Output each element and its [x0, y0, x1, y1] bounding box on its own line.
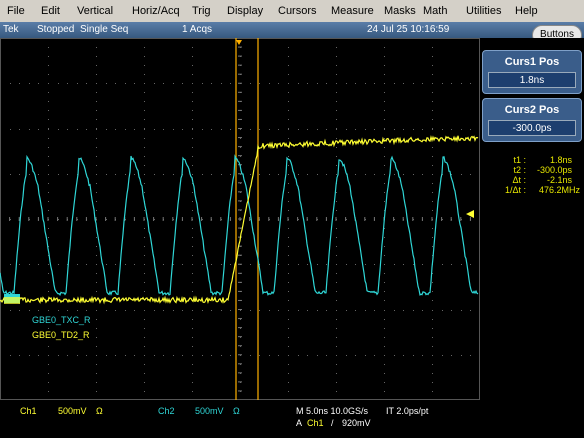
- menu-bar: File Edit Vertical Horiz/Acq Trig Displa…: [0, 0, 584, 22]
- menu-cursors[interactable]: Cursors: [278, 5, 317, 17]
- ch-ground-marker: [4, 297, 20, 304]
- curs1-pos-title: Curs1 Pos: [504, 56, 560, 68]
- menu-trig[interactable]: Trig: [192, 5, 211, 17]
- curs2-pos-value[interactable]: -300.0ps: [488, 120, 576, 136]
- ch2-scale[interactable]: 500mV: [195, 406, 224, 416]
- t1-value: 1.8ns: [549, 155, 572, 165]
- timebase-readout[interactable]: M 5.0ns 10.0GS/s: [296, 406, 368, 416]
- ch1-termination: Ω: [96, 406, 103, 416]
- inv-delta-t-value: 476.2MHz: [538, 185, 580, 195]
- delta-t-label: Δt :: [512, 175, 526, 185]
- curs1-pos-control[interactable]: Curs1 Pos 1.8ns: [482, 50, 582, 94]
- trigger-slope-icon: /: [331, 418, 334, 428]
- bottom-info-bar: Ch1 500mV Ω Ch2 500mV Ω M 5.0ns 10.0GS/s…: [0, 400, 584, 438]
- graticule-svg: [0, 38, 480, 400]
- curs2-pos-title: Curs2 Pos: [504, 104, 560, 116]
- trigger-source[interactable]: Ch1: [307, 418, 324, 428]
- ch1-indicator[interactable]: Ch1: [20, 406, 37, 416]
- brand-label: Tek: [3, 24, 19, 35]
- status-bar: Tek Stopped Single Seq 1 Acqs 24 Jul 25 …: [0, 22, 584, 38]
- menu-help[interactable]: Help: [515, 5, 538, 17]
- menu-file[interactable]: File: [7, 5, 25, 17]
- ch2-trace-label: GBE0_TD2_R: [32, 330, 90, 340]
- acq-mode: Single Seq: [80, 24, 129, 35]
- trigger-prefix: A: [296, 418, 303, 428]
- inv-delta-t-label: 1/Δt :: [504, 185, 526, 195]
- menu-masks[interactable]: Masks: [384, 5, 416, 17]
- ch1-scale[interactable]: 500mV: [58, 406, 87, 416]
- ch1-waveform: [0, 154, 479, 296]
- menu-vertical[interactable]: Vertical: [77, 5, 113, 17]
- ch2-indicator[interactable]: Ch2: [158, 406, 175, 416]
- ch1-trace-label: GBE0_TXC_R: [32, 315, 91, 325]
- t1-label: t1 :: [513, 155, 526, 165]
- trigger-level[interactable]: 920mV: [342, 418, 371, 428]
- t2-label: t2 :: [513, 165, 526, 175]
- menu-edit[interactable]: Edit: [41, 5, 60, 17]
- trigger-position-marker: [236, 40, 242, 45]
- right-panel: Curs1 Pos 1.8ns Curs2 Pos -300.0ps t1 : …: [480, 38, 584, 438]
- ch2-termination: Ω: [233, 406, 240, 416]
- menu-utilities[interactable]: Utilities: [466, 5, 501, 17]
- curs2-pos-control[interactable]: Curs2 Pos -300.0ps: [482, 98, 582, 142]
- menu-math[interactable]: Math: [423, 5, 447, 17]
- acq-state: Stopped: [37, 24, 75, 35]
- trigger-level-marker: [466, 210, 474, 218]
- menu-horiz-acq[interactable]: Horiz/Acq: [132, 5, 180, 17]
- waveform-display[interactable]: GBE0_TXC_R GBE0_TD2_R: [0, 38, 480, 400]
- curs1-pos-value[interactable]: 1.8ns: [488, 72, 576, 88]
- menu-display[interactable]: Display: [227, 5, 263, 17]
- acq-count: 1 Acqs: [182, 24, 213, 35]
- timestamp: 24 Jul 25 10:16:59: [367, 24, 450, 35]
- menu-measure[interactable]: Measure: [331, 5, 374, 17]
- interp-readout: IT 2.0ps/pt: [386, 406, 429, 416]
- delta-t-value: -2.1ns: [546, 175, 572, 185]
- t2-value: -300.0ps: [536, 165, 572, 175]
